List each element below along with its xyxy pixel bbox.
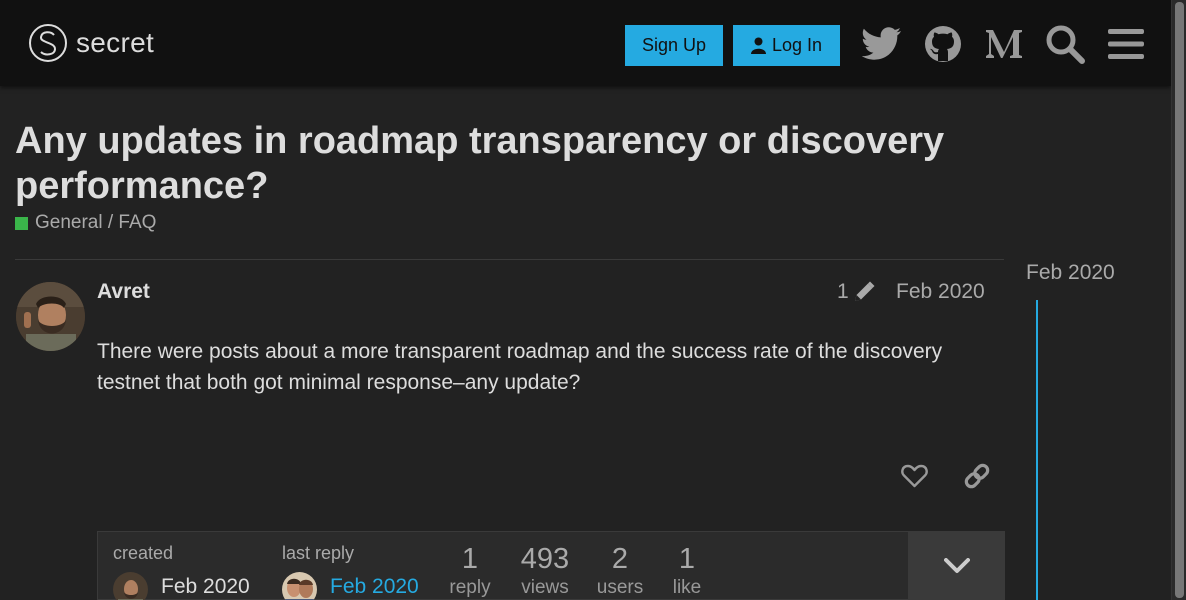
topic-title[interactable]: Any updates in roadmap transparency or d…: [15, 119, 1005, 209]
hamburger-menu-icon[interactable]: [1104, 22, 1148, 66]
user-icon: [750, 37, 766, 54]
last-reply-label: last reply: [282, 543, 355, 563]
share-link-button[interactable]: [959, 458, 995, 494]
search-icon[interactable]: [1043, 22, 1087, 66]
sign-up-button[interactable]: Sign Up: [625, 25, 723, 66]
category-color-swatch: [15, 216, 28, 230]
heart-icon: [900, 464, 928, 488]
last-reply-date[interactable]: Feb 2020: [330, 575, 419, 599]
post-body: There were posts about a more transparen…: [97, 340, 943, 394]
log-in-label: Log In: [771, 35, 823, 55]
sign-up-label: Sign Up: [641, 35, 707, 55]
post-username[interactable]: Avret: [97, 280, 150, 304]
chevron-down-icon: [943, 558, 970, 573]
avatar[interactable]: [282, 572, 317, 600]
created-label: created: [113, 543, 174, 563]
medium-icon[interactable]: [982, 22, 1026, 66]
post-date[interactable]: Feb 2020: [896, 280, 985, 304]
avatar[interactable]: [16, 282, 85, 351]
stat-views: 493 views: [512, 542, 578, 600]
github-icon[interactable]: [921, 22, 965, 66]
stat-replies: 1 reply: [440, 542, 500, 600]
stat-likes: 1 like: [661, 542, 713, 600]
scrollbar-thumb[interactable]: [1175, 2, 1184, 598]
expand-topic-map-button[interactable]: [908, 531, 1005, 600]
stat-users: 2 users: [590, 542, 650, 600]
topic-map: created Feb 2020 last reply Feb 2020 1 r…: [97, 531, 1005, 600]
category-name: General / FAQ: [35, 212, 157, 233]
category-badge[interactable]: General / FAQ: [15, 212, 156, 234]
stat-label: users: [596, 577, 644, 598]
twitter-icon[interactable]: [860, 22, 904, 66]
avatar[interactable]: [113, 572, 148, 600]
pencil-icon: [854, 281, 875, 301]
site-logo[interactable]: secret: [29, 24, 154, 62]
site-logo-text: secret: [76, 27, 155, 58]
timeline-start-date[interactable]: Feb 2020: [1026, 261, 1115, 285]
edit-history-button[interactable]: 1: [837, 280, 875, 304]
created-date: Feb 2020: [161, 575, 250, 598]
edit-count: 1: [837, 280, 849, 303]
like-button[interactable]: [896, 458, 932, 494]
page-scrollbar[interactable]: [1171, 0, 1186, 600]
stat-number: 493: [520, 543, 570, 575]
stat-label: like: [672, 577, 702, 598]
stat-label: views: [521, 577, 569, 598]
title-divider: [15, 259, 1004, 260]
site-header: secret Sign Up Log In: [0, 0, 1171, 86]
secret-logo-icon: [29, 24, 67, 62]
stat-number: 1: [461, 543, 479, 575]
stat-number: 2: [611, 543, 629, 575]
stat-label: reply: [449, 577, 491, 598]
log-in-button[interactable]: Log In: [733, 25, 840, 66]
timeline-scrollarea[interactable]: [1036, 300, 1038, 600]
link-icon: [964, 463, 990, 489]
stat-number: 1: [678, 543, 696, 575]
